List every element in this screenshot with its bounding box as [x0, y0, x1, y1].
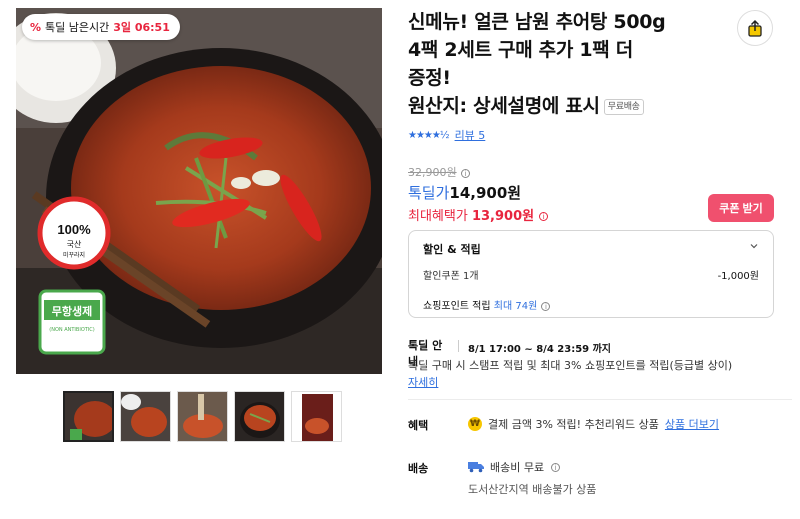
thumbnail-2[interactable]: [120, 391, 171, 442]
original-price-value: 32,900원: [408, 166, 457, 179]
title-line-2: 4팩 2세트 구매 추가 1팩 더: [408, 39, 633, 61]
thumbnail-1[interactable]: [63, 391, 114, 442]
discount-panel[interactable]: 할인 & 적립 할인쿠폰 1개 -1,000원 쇼핑포인트 적립 최대 74원 …: [408, 230, 774, 318]
thumbnail-3[interactable]: [177, 391, 228, 442]
discount-header: 할인 & 적립: [423, 243, 481, 256]
title-line-3: 증정!: [408, 67, 451, 89]
coupon-amount: -1,000원: [717, 271, 759, 282]
free-shipping-tag: 무료배송: [603, 98, 644, 115]
notice-more-link[interactable]: 자세히: [408, 374, 438, 390]
thumbnail-strip: [63, 391, 342, 442]
thumbnail-5[interactable]: [291, 391, 342, 442]
cert-line1-text: 국산: [67, 239, 82, 249]
benefit-text: 결제 금액 3% 적립! 추천리워드 상품: [488, 418, 659, 431]
coupon-count-label: 할인쿠폰 1개: [423, 271, 479, 282]
deal-period: 8/1 17:00 ~ 8/4 23:59 까지: [468, 344, 611, 355]
info-icon[interactable]: i: [461, 168, 471, 178]
deal-price-value: 14,900원: [449, 184, 522, 202]
cert-line2-text: 미꾸라지: [63, 251, 85, 259]
shipping-note: 도서산간지역 배송불가 상품: [468, 483, 597, 496]
deal-timer-badge: % 톡딜 남은시간 3일 06:51: [22, 14, 180, 40]
title-line-1: 신메뉴! 얼큰 남원 추어탕 500g: [408, 11, 666, 33]
antibiotic-title-text: 무항생제: [52, 304, 92, 318]
deal-price: 톡딜가14,900원: [408, 182, 521, 203]
rating-stars-icon: ★★★★½: [408, 129, 450, 141]
share-icon: [748, 19, 762, 37]
product-title: 신메뉴! 얼큰 남원 추어탕 500g 4팩 2세트 구매 추가 1팩 더 증정…: [408, 8, 708, 120]
notice-divider: [458, 340, 459, 352]
benefit-row: ₩ 결제 금액 3% 적립! 추천리워드 상품 상품 더보기: [468, 416, 719, 432]
truck-icon: [468, 462, 484, 473]
cert-percent-text: 100%: [57, 222, 91, 237]
coupon-button[interactable]: 쿠폰 받기: [708, 194, 774, 222]
max-benefit-value: 13,900원: [471, 209, 535, 224]
info-icon[interactable]: i: [539, 212, 549, 221]
benefit-more-link[interactable]: 상품 더보기: [665, 416, 719, 432]
deal-timer-label: 톡딜 남은시간: [45, 21, 110, 34]
point-label: 쇼핑포인트 적립: [423, 301, 491, 312]
benefit-label: 혜택: [408, 419, 429, 432]
max-benefit-price: 최대혜택가 13,900원 i: [408, 205, 549, 224]
title-line-4: 원산지: 상세설명에 표시 무료배송: [408, 92, 708, 120]
info-icon[interactable]: i: [541, 301, 551, 311]
point-value: 최대 74원: [493, 301, 538, 312]
original-price: 32,900원 i: [408, 164, 471, 180]
thumbnail-4[interactable]: [234, 391, 285, 442]
antibiotic-sub-text: (NON ANTIBIOTIC): [49, 327, 95, 333]
chueotang-photo: 100% 국산 미꾸라지 무항생제 (NON ANTIBIOTIC): [16, 8, 382, 374]
chevron-down-icon[interactable]: [749, 241, 759, 251]
deal-timer-time: 3일 06:51: [113, 21, 170, 34]
review-link[interactable]: 리뷰 5: [455, 127, 486, 143]
percent-icon: %: [30, 20, 42, 34]
rating-row: ★★★★½ 리뷰 5: [408, 127, 485, 143]
product-main-image: 100% 국산 미꾸라지 무항생제 (NON ANTIBIOTIC) % 톡딜 …: [16, 8, 382, 374]
deal-notice-description: 톡딜 구매 시 스탬프 적립 및 최대 3% 쇼핑포인트를 적립(등급별 상이): [408, 359, 733, 372]
shipping-row: 배송비 무료 i: [468, 459, 561, 475]
won-coin-icon: ₩: [468, 417, 482, 431]
shipping-text: 배송비 무료: [490, 461, 545, 474]
shipping-label: 배송: [408, 462, 429, 475]
origin-text: 원산지: 상세설명에 표시: [408, 95, 600, 117]
section-divider: [408, 399, 792, 400]
info-icon[interactable]: i: [551, 462, 561, 472]
max-benefit-label: 최대혜택가: [408, 209, 468, 224]
share-button[interactable]: [737, 10, 773, 46]
deal-price-label: 톡딜가: [408, 184, 450, 202]
